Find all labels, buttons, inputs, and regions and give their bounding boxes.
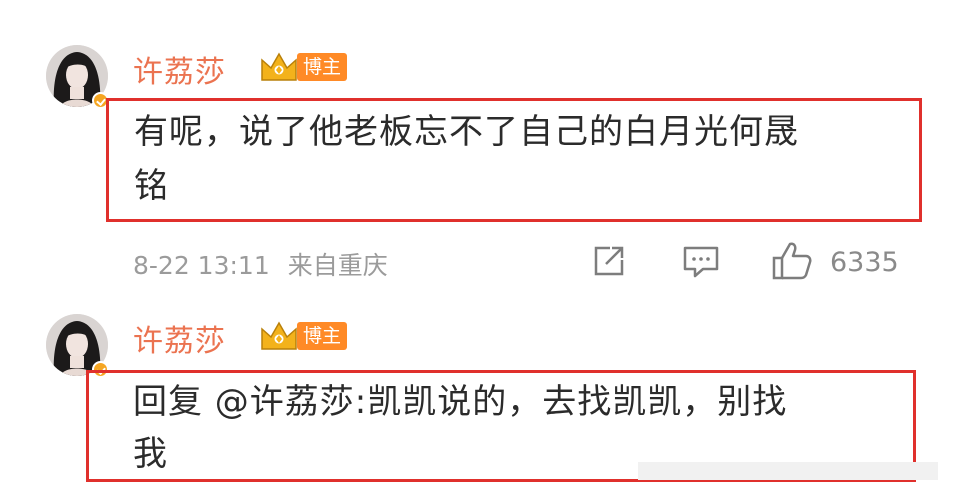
- share-icon[interactable]: [590, 242, 628, 280]
- comment-text-line1: 回复 @许荔莎:凯凯说的，去找凯凯，别找: [133, 382, 788, 422]
- comment-text-line2: 铭: [134, 166, 169, 206]
- comment-location: 来自重庆: [287, 251, 388, 280]
- comment-icon[interactable]: [681, 242, 721, 280]
- blogger-badge: 博主: [297, 53, 348, 81]
- blurred-region: [638, 462, 938, 480]
- comment-text-line1: 有呢，说了他老板忘不了自己的白月光何晟: [134, 112, 799, 152]
- comment-text-line2: 我: [133, 434, 168, 474]
- comment-highlight-box: 有呢，说了他老板忘不了自己的白月光何晟 铭: [106, 98, 922, 222]
- comment-item: 许荔莎 博主 有呢，说了他老板忘不了自己的白月光何晟 铭 8-22 13:11 …: [0, 0, 960, 300]
- comment-item: 许荔莎 博主 回复 @许荔莎:凯凯说的，去找凯凯，别找 我: [0, 300, 960, 482]
- blogger-badge: 博主: [297, 322, 348, 350]
- like-count: 6335: [830, 247, 899, 278]
- comment-meta: 8-22 13:11 来自重庆: [133, 246, 398, 282]
- username[interactable]: 许荔莎: [133, 316, 226, 360]
- crown-icon: [261, 52, 297, 81]
- crown-icon: [261, 321, 297, 350]
- thumbs-up-icon[interactable]: [770, 240, 814, 282]
- username[interactable]: 许荔莎: [133, 47, 226, 91]
- comment-date: 8-22 13:11: [133, 251, 270, 280]
